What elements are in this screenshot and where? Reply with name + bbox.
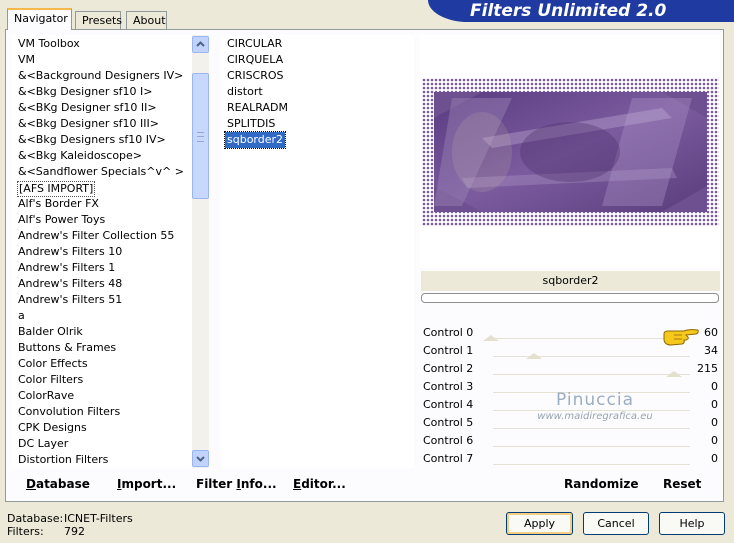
list-item-selected[interactable]: [AFS IMPORT] [17,181,96,197]
control-value: 0 [711,398,718,411]
editor-label-rest: ditor... [301,477,346,491]
grip-icon [197,132,204,142]
list-item[interactable]: &<Background Designers IV> [18,68,183,84]
scroll-up-button[interactable] [192,36,209,53]
list-item[interactable]: distort [227,84,263,100]
control-label: Control 7 [423,452,474,465]
control-value: 215 [697,362,718,375]
control-label: Control 0 [423,326,474,339]
list-item[interactable]: CIRCULAR [227,36,282,52]
control-label: Control 4 [423,398,474,411]
slider-track[interactable] [493,464,690,465]
list-item[interactable]: Andrew's Filter Collection 55 [18,228,174,244]
slider-track[interactable] [493,356,690,357]
filter-info-label-rest: nfo... [240,477,277,491]
apply-button[interactable]: Apply [506,512,573,535]
list-item[interactable]: CRISCROS [227,68,284,84]
list-item[interactable]: &<Bkg Kaleidoscope> [18,148,142,164]
list-item[interactable]: VM Toolbox [18,36,80,52]
list-item[interactable]: Convolution Filters [18,404,120,420]
import-button[interactable]: Import... [117,476,176,492]
chevron-up-icon [196,41,205,47]
import-label-rest: mport... [121,477,177,491]
editor-label-hotkey: E [293,477,302,491]
control-value: 0 [711,452,718,465]
control-label: Control 3 [423,380,474,393]
cancel-button[interactable]: Cancel [583,512,649,535]
slider-thumb[interactable] [483,335,499,341]
scroll-thumb[interactable] [192,73,209,199]
list-item[interactable]: &<BKg Designer sf10 II> [18,100,157,116]
list-item-selected[interactable]: sqborder2 [223,131,287,149]
control-row-6[interactable]: Control 6 0 [421,432,720,450]
list-item[interactable]: &<Bkg Designers sf10 IV> [18,132,166,148]
help-button[interactable]: Help [659,512,725,535]
editor-button[interactable]: Editor... [293,476,346,492]
filter-list[interactable]: CIRCULAR CIRQUELA CRISCROS distort REALR… [221,35,414,468]
list-item[interactable]: CPK Designs [18,420,87,436]
scroll-down-button[interactable] [192,450,209,467]
database-status-label: Database: [7,512,64,525]
tab-about[interactable]: About [126,11,167,29]
randomize-button[interactable]: Randomize [564,476,638,492]
list-item[interactable]: Buttons & Frames [18,340,116,356]
list-item[interactable]: VM [18,52,35,68]
list-item[interactable]: Balder Olrik [18,324,83,340]
tab-navigator[interactable]: Navigator [7,8,72,30]
filter-info-label-prefix: Filter [196,477,237,491]
slider-thumb[interactable] [526,353,542,359]
list-item[interactable]: &<Bkg Designer sf10 I> [18,84,153,100]
control-row-7[interactable]: Control 7 0 [421,450,720,468]
list-item[interactable]: REALRADM [227,100,288,116]
control-row-2[interactable]: Control 2 215 [421,360,720,378]
control-label: Control 5 [423,416,474,429]
tab-presets[interactable]: Presets [75,11,122,29]
slider-track[interactable] [493,428,690,429]
selected-filter-name: sqborder2 [421,271,720,291]
app-title: Filters Unlimited 2.0 [470,1,667,21]
filter-info-button[interactable]: Filter Info... [196,476,277,492]
database-label-rest: atabase [35,477,90,491]
list-item[interactable]: Alf's Border FX [18,196,99,212]
list-item[interactable]: SPLITDIS [227,116,275,132]
watermark-url: www.maidiregrafica.eu [537,411,653,422]
progress-bar [421,293,719,303]
database-button[interactable]: Database [26,476,90,492]
list-item[interactable]: CIRQUELA [227,52,283,68]
control-label: Control 2 [423,362,474,375]
list-item[interactable]: ColorRave [18,388,74,404]
control-label: Control 1 [423,344,474,357]
list-item[interactable]: Andrew's Filters 10 [18,244,122,260]
database-label-hotkey: D [26,477,36,491]
slider-track[interactable] [493,374,690,375]
preview-image [422,78,719,226]
list-item[interactable]: Andrew's Filters 1 [18,260,115,276]
pointing-hand-icon [663,329,699,346]
control-label: Control 6 [423,434,474,447]
reset-button[interactable]: Reset [663,476,701,492]
list-item[interactable]: Color Filters [18,372,83,388]
list-item[interactable]: Color Effects [18,356,88,372]
list-item[interactable]: &<Bkg Designer sf10 III> [18,116,159,132]
filters-count-value: 792 [64,525,85,538]
list-item[interactable]: Andrew's Filters 51 [18,292,122,308]
slider-track[interactable] [493,338,690,339]
control-value: 0 [711,416,718,429]
list-item[interactable]: Alf's Power Toys [18,212,105,228]
control-value: 0 [711,380,718,393]
slider-track[interactable] [493,446,690,447]
filters-count-label: Filters: [7,525,44,538]
list-item[interactable]: &<Sandflower Specials^v^ > [18,164,184,180]
list-item[interactable]: a [18,308,25,324]
chevron-down-icon [196,456,205,462]
list-item[interactable]: Andrew's Filters 48 [18,276,122,292]
category-scrollbar[interactable] [192,35,209,468]
database-status-value: ICNET-Filters [64,512,133,525]
control-value: 0 [711,434,718,447]
list-item[interactable]: DC Layer [18,436,68,452]
watermark-title: Pinuccia [556,390,634,410]
category-list[interactable]: VM Toolbox VM &<Background Designers IV>… [12,35,192,468]
list-item[interactable]: Distortion Filters [18,452,108,468]
